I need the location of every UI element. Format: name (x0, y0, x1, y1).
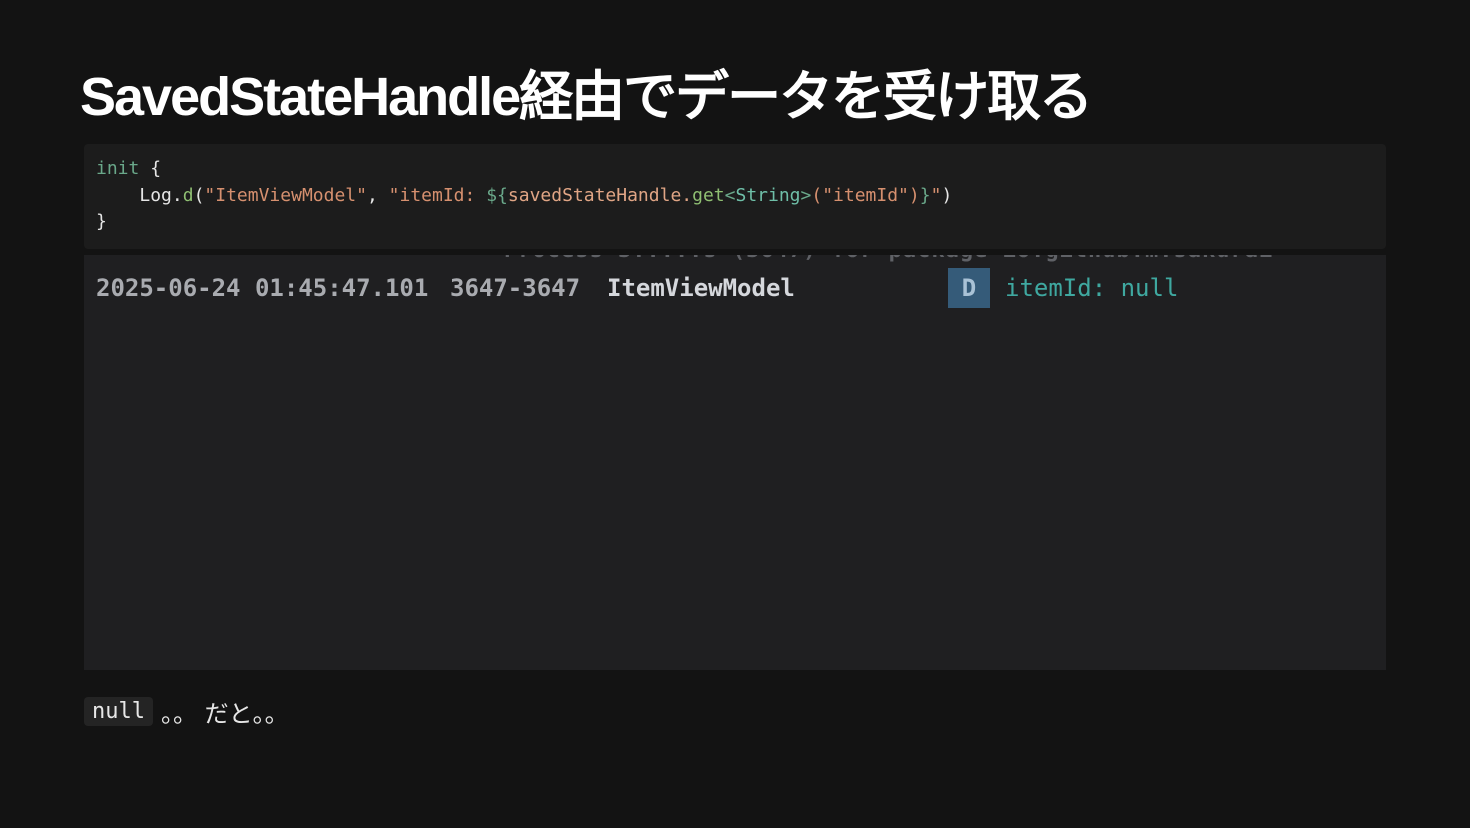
code-block: init { Log.d("ItemViewModel", "itemId: $… (84, 144, 1386, 249)
log-tag: ItemViewModel (607, 274, 795, 302)
logcat-screenshot: Process 3.....s (3647) for package io.gi… (84, 255, 1386, 670)
code-line-2: Log.d("ItemViewModel", "itemId: ${savedS… (139, 184, 953, 206)
log-timestamp: 2025-06-24 01:45:47.101 (96, 274, 429, 302)
log-ghost-line: Process 3.....s (3647) for package io.gi… (504, 255, 1273, 263)
log-level-badge: D (948, 268, 990, 308)
inline-code-null: null (84, 697, 153, 726)
log-row: 2025-06-24 01:45:47.101 3647-3647 ItemVi… (84, 267, 1386, 309)
page-title: SavedStateHandle経由でデータを受け取る (80, 67, 1093, 127)
footer-text: null 。。 だと。。 (84, 694, 289, 729)
footer-caption: 。。 だと。。 (160, 700, 289, 728)
code-line-3: } (96, 211, 107, 232)
log-message: itemId: null (1005, 274, 1179, 302)
code-line-1: init { (96, 158, 162, 179)
log-pid: 3647-3647 (450, 274, 581, 302)
